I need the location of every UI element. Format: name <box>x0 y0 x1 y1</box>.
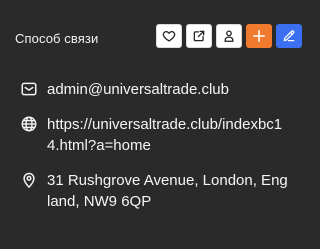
section-title: Способ связи <box>15 30 99 46</box>
person-icon <box>224 30 234 42</box>
globe-icon <box>21 116 37 132</box>
share-icon <box>193 30 205 42</box>
website-row: https://universaltrade.club/indexbc14.ht… <box>20 114 306 156</box>
person-button[interactable] <box>216 24 242 48</box>
website-link[interactable]: https://universaltrade.club/indexbc14.ht… <box>47 114 290 156</box>
add-button[interactable] <box>246 24 272 48</box>
address-row: 31 Rushgrove Avenue, London, England, NW… <box>20 170 306 212</box>
contact-list: admin@universaltrade.club https://univer… <box>20 79 306 226</box>
location-pin-icon <box>23 172 35 188</box>
action-toolbar <box>156 24 302 48</box>
plus-icon <box>252 29 266 43</box>
email-row: admin@universaltrade.club <box>20 79 306 100</box>
address-text: 31 Rushgrove Avenue, London, England, NW… <box>47 172 288 210</box>
heart-icon <box>162 30 176 42</box>
contact-panel: Способ связи admin@universaltrade.club h… <box>0 0 320 249</box>
panel-header: Способ связи <box>15 24 308 52</box>
share-button[interactable] <box>186 24 212 48</box>
email-link[interactable]: admin@universaltrade.club <box>47 79 290 100</box>
favorite-button[interactable] <box>156 24 182 48</box>
mail-icon <box>21 82 37 96</box>
edit-button[interactable] <box>276 24 302 48</box>
pencil-icon <box>283 30 295 42</box>
